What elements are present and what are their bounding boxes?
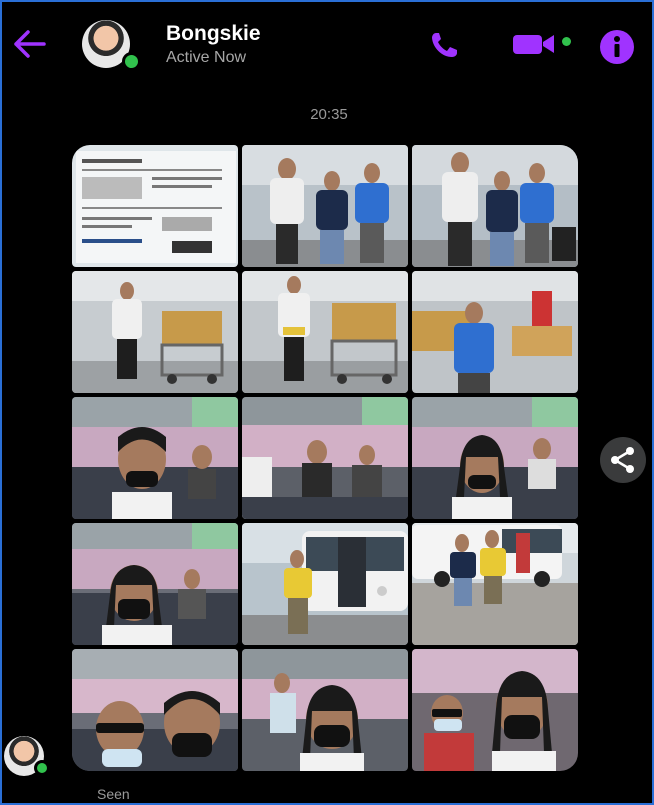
photo-thumbnail[interactable] [242,523,408,645]
photo-thumbnail[interactable] [242,649,408,771]
photo-thumbnail[interactable] [412,649,578,771]
phone-icon[interactable] [428,30,462,60]
info-icon[interactable] [599,29,635,65]
photo-thumbnail[interactable] [412,523,578,645]
seen-receipt: Seen [97,786,130,802]
photo-thumbnail[interactable] [72,397,238,519]
photo-thumbnail[interactable] [72,145,238,267]
share-button[interactable] [600,437,646,483]
contact-name[interactable]: Bongskie [166,22,261,46]
chat-header: Bongskie Active Now [2,2,652,86]
video-camera-icon[interactable] [512,32,556,56]
photo-thumbnail[interactable] [72,649,238,771]
photo-thumbnail[interactable] [72,271,238,393]
photo-thumbnail[interactable] [412,397,578,519]
photo-thumbnail[interactable] [242,145,408,267]
photo-thumbnail[interactable] [242,397,408,519]
photo-thumbnail[interactable] [242,271,408,393]
photo-thumbnail[interactable] [412,145,578,267]
contact-status: Active Now [166,49,247,66]
share-icon [611,447,634,473]
online-indicator [122,52,141,71]
video-active-dot [562,37,571,46]
photo-grid [72,145,578,773]
photo-thumbnail[interactable] [412,271,578,393]
photo-thumbnail[interactable] [72,523,238,645]
back-arrow-icon[interactable] [10,28,50,60]
sender-online-indicator [34,760,50,776]
message-timestamp: 20:35 [310,106,348,123]
